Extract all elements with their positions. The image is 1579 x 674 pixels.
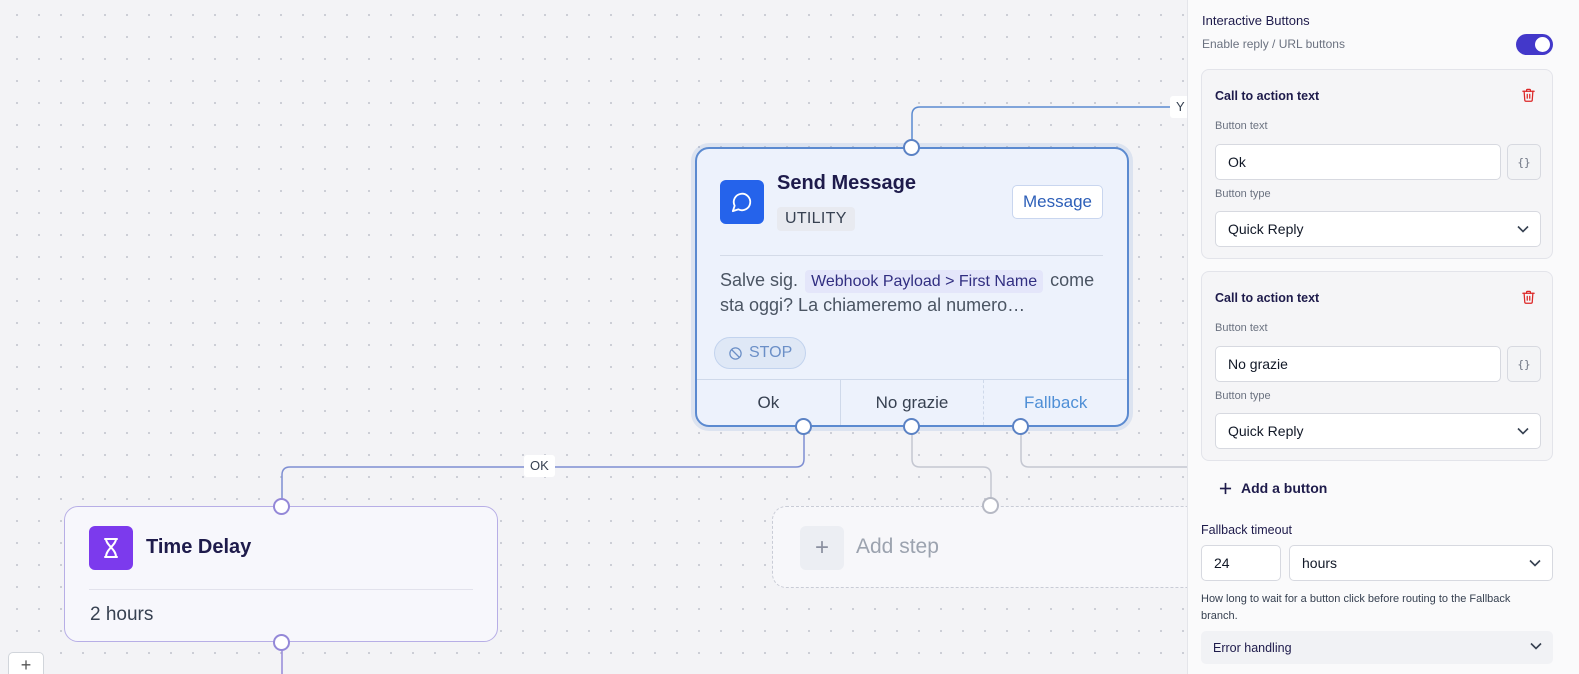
- message-type-button[interactable]: Message: [1012, 185, 1103, 219]
- message-preview: Salve sig. Webhook Payload > First Name …: [720, 268, 1105, 318]
- button-type-select[interactable]: Quick Reply: [1215, 211, 1541, 247]
- add-step-input-port[interactable]: [982, 497, 999, 514]
- cta-title: Call to action text: [1215, 89, 1320, 103]
- flow-canvas[interactable]: OK Y Send Message UTILITY Message Salve …: [0, 0, 1195, 674]
- chevron-down-icon: [1529, 559, 1541, 567]
- node-divider: [89, 589, 473, 590]
- no-grazie-output-port[interactable]: [903, 418, 920, 435]
- button-type-value: Quick Reply: [1228, 221, 1304, 237]
- delay-output-port[interactable]: [273, 634, 290, 651]
- button-text-label: Button text: [1215, 322, 1268, 334]
- fallback-timeout-label: Fallback timeout: [1201, 523, 1293, 537]
- error-handling-label: Error handling: [1213, 640, 1292, 655]
- stop-label: STOP: [749, 344, 793, 361]
- interactive-buttons-subtitle: Enable reply / URL buttons: [1202, 37, 1345, 51]
- delay-input-port[interactable]: [273, 498, 290, 515]
- hourglass-icon: [89, 526, 133, 570]
- ban-icon: [729, 346, 742, 360]
- node-title: Send Message: [777, 172, 916, 194]
- chevron-down-icon: [1517, 427, 1529, 435]
- fallback-unit-select[interactable]: hours: [1289, 545, 1553, 581]
- toggle-knob: [1535, 37, 1550, 52]
- button-type-select[interactable]: Quick Reply: [1215, 413, 1541, 449]
- button-text-input[interactable]: No grazie: [1215, 346, 1501, 382]
- button-type-value: Quick Reply: [1228, 423, 1304, 439]
- fallback-unit-value: hours: [1302, 555, 1338, 571]
- add-step-placeholder[interactable]: + Add step: [772, 506, 1195, 588]
- add-button[interactable]: Add a button: [1219, 480, 1327, 496]
- button-text-label: Button text: [1215, 120, 1268, 132]
- fallback-help-text: How long to wait for a button click befo…: [1201, 593, 1511, 622]
- zoom-in-button[interactable]: +: [8, 652, 44, 674]
- button-text-input[interactable]: Ok: [1215, 144, 1501, 180]
- interactive-buttons-title: Interactive Buttons: [1202, 13, 1310, 28]
- plus-icon: +: [800, 526, 844, 570]
- button-type-label: Button type: [1215, 188, 1271, 200]
- insert-variable-button[interactable]: {}: [1507, 144, 1541, 180]
- delay-value: 2 hours: [90, 604, 154, 625]
- send-message-node[interactable]: Send Message UTILITY Message Salve sig. …: [695, 147, 1129, 427]
- trash-icon[interactable]: [1521, 87, 1536, 108]
- chat-bubble-icon: [720, 180, 764, 224]
- insert-variable-button[interactable]: {}: [1507, 346, 1541, 382]
- trash-icon[interactable]: [1521, 289, 1536, 310]
- category-badge: UTILITY: [777, 207, 855, 231]
- button-type-label: Button type: [1215, 390, 1271, 402]
- node-title: Time Delay: [146, 536, 252, 558]
- interactive-buttons-toggle[interactable]: [1516, 34, 1553, 55]
- variable-chip: Webhook Payload > First Name: [805, 270, 1044, 293]
- edge-label-ok: OK: [524, 455, 555, 477]
- time-delay-node[interactable]: Time Delay 2 hours: [64, 506, 498, 642]
- node-button-fallback[interactable]: Fallback: [983, 380, 1127, 425]
- error-handling-section[interactable]: Error handling: [1201, 631, 1553, 664]
- node-button-ok[interactable]: Ok: [697, 380, 840, 425]
- plus-icon: [1219, 482, 1232, 494]
- chevron-down-icon: [1530, 642, 1542, 650]
- message-text-start: Salve sig.: [720, 270, 799, 290]
- ok-output-port[interactable]: [795, 418, 812, 435]
- chevron-down-icon: [1517, 225, 1529, 233]
- node-divider: [720, 255, 1103, 256]
- send-node-input-port[interactable]: [903, 139, 920, 156]
- cta-card: Call to action text Button text Ok {} Bu…: [1201, 69, 1553, 259]
- fallback-timeout-input[interactable]: 24: [1201, 545, 1281, 581]
- add-step-label: Add step: [856, 535, 939, 558]
- edge-fallback: [1020, 426, 1195, 468]
- edge-no-grazie: [911, 426, 992, 506]
- cta-card: Call to action text Button text No grazi…: [1201, 271, 1553, 461]
- add-button-label: Add a button: [1241, 480, 1328, 496]
- stop-chip: STOP: [714, 337, 807, 369]
- cta-title: Call to action text: [1215, 291, 1320, 305]
- fallback-output-port[interactable]: [1012, 418, 1029, 435]
- edge-incoming: [911, 106, 1175, 147]
